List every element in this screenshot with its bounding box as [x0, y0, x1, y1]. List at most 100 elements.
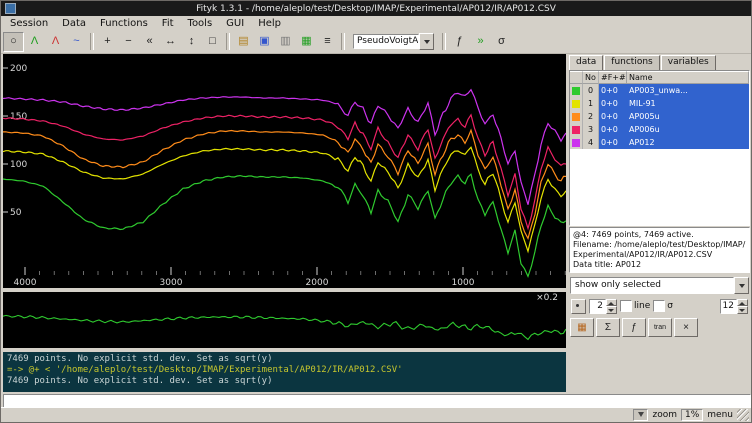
- open-session-button[interactable]: ▤: [233, 32, 254, 52]
- data-range-mode-button[interactable]: Λ: [24, 32, 45, 52]
- menu-functions[interactable]: Functions: [93, 18, 155, 29]
- sigma-checkbox-box[interactable]: [653, 300, 665, 312]
- export-data-button[interactable]: ▥: [275, 32, 296, 52]
- dataset-color-swatch: [570, 123, 583, 136]
- pointer-icon[interactable]: [633, 409, 648, 421]
- show-filter-dropdown[interactable]: show only selected: [570, 277, 749, 294]
- zoom-button[interactable]: zoom: [652, 410, 677, 420]
- statusbar: zoom 1% menu: [1, 407, 751, 422]
- sigma-icon: σ: [498, 36, 505, 47]
- sigma-checkbox-label: σ: [667, 301, 673, 311]
- zoom-vertical-button[interactable]: ↕: [181, 32, 202, 52]
- transform-button[interactable]: tran: [648, 318, 672, 337]
- save-session-button[interactable]: ▣: [254, 32, 275, 52]
- magnifier-all-icon: □: [209, 36, 216, 47]
- baseline-mode-button[interactable]: ~: [66, 32, 87, 52]
- spinner-arrows[interactable]: [737, 299, 748, 314]
- chart-image-icon: ▦: [301, 36, 311, 47]
- main-plot-canvas[interactable]: 200150100504000300020001000: [3, 54, 566, 288]
- dataset-name: AP006u: [627, 123, 749, 136]
- add-function-button[interactable]: ƒ: [449, 32, 470, 52]
- zoom-all-button[interactable]: □: [202, 32, 223, 52]
- zoom-value: 1%: [681, 409, 703, 421]
- main-plot[interactable]: 200150100504000300020001000: [3, 54, 566, 288]
- console-line: 7469 points. No explicit std. dev. Set a…: [7, 376, 562, 387]
- menu-tools[interactable]: Tools: [181, 18, 220, 29]
- titlebar[interactable]: Fityk 1.3.1 - /home/aleplo/test/Desktop/…: [1, 1, 751, 16]
- dataset-number: 1: [583, 97, 599, 110]
- fit-settings-button[interactable]: σ: [491, 32, 512, 52]
- auxiliary-plot[interactable]: ×0.2: [3, 292, 566, 348]
- dataset-color-swatch: [570, 84, 583, 97]
- zoom-previous-button[interactable]: «: [139, 32, 160, 52]
- peak-add-icon: Λ: [52, 36, 59, 47]
- menu-data[interactable]: Data: [55, 18, 93, 29]
- point-size-spinner[interactable]: 2: [589, 299, 617, 314]
- baseline-icon: ~: [73, 36, 79, 47]
- function-type-value: PseudoVoigtA: [353, 34, 419, 49]
- line-checkbox[interactable]: line: [620, 300, 650, 312]
- menu-gui[interactable]: GUI: [219, 18, 251, 29]
- sidebar-tabs: data functions variables: [568, 54, 751, 71]
- menubar: SessionDataFunctionsFitToolsGUIHelp: [1, 16, 751, 31]
- auxiliary-plot-canvas[interactable]: [3, 292, 566, 348]
- chevron-down-icon[interactable]: [419, 33, 434, 50]
- run-fit-button[interactable]: »: [470, 32, 491, 52]
- save-image-button[interactable]: ▦: [296, 32, 317, 52]
- dataset-row[interactable]: 00+0AP003_unwa...: [570, 84, 749, 97]
- dataset-fcount: 0+0: [599, 110, 627, 123]
- app-icon: [5, 3, 16, 14]
- zoom-in-button[interactable]: +: [97, 32, 118, 52]
- tab-data[interactable]: data: [569, 55, 603, 71]
- y-tick-label: 50: [10, 208, 22, 218]
- folder-open-icon: ▤: [238, 36, 248, 47]
- edit-data-button[interactable]: ▦: [570, 318, 594, 337]
- dataset-color-swatch: [570, 110, 583, 123]
- dataset-row[interactable]: 20+0AP005u: [570, 110, 749, 123]
- console-line: 7469 points. No explicit std. dev. Set a…: [7, 354, 562, 365]
- line-checkbox-box[interactable]: [620, 300, 632, 312]
- add-peak-mode-button[interactable]: Λ: [45, 32, 66, 52]
- zoom-out-button[interactable]: −: [118, 32, 139, 52]
- zoom-mode-button[interactable]: ○: [3, 32, 24, 52]
- spinner-arrows[interactable]: [606, 299, 617, 314]
- script-editor-button[interactable]: ≡: [317, 32, 338, 52]
- copy-function-button[interactable]: ƒ: [622, 318, 646, 337]
- y-tick-label: 100: [10, 160, 27, 170]
- dataset-name: MIL-91: [627, 97, 749, 110]
- spectrum-curve-0: [3, 174, 566, 276]
- y-tick-label: 150: [10, 112, 27, 122]
- dataset-row[interactable]: 10+0MIL-91: [570, 97, 749, 110]
- toolbar-separator: [442, 33, 446, 50]
- toolbar-separator: [90, 33, 94, 50]
- toolbar-separator: [226, 33, 230, 50]
- dataset-row[interactable]: 40+0AP012: [570, 136, 749, 149]
- dataset-color-swatch: [570, 136, 583, 149]
- zoom-horizontal-button[interactable]: ↔: [160, 32, 181, 52]
- toolbar-right-group: ƒ» σ: [449, 32, 512, 52]
- resize-grip[interactable]: [737, 409, 749, 421]
- sum-button[interactable]: Σ: [596, 318, 620, 337]
- menu-fit[interactable]: Fit: [155, 18, 181, 29]
- tab-variables[interactable]: variables: [661, 55, 716, 71]
- magnifier-horizontal-icon: ↔: [165, 36, 176, 47]
- dataset-list-header: No #F+# Name: [570, 71, 749, 84]
- chevron-down-icon[interactable]: [734, 277, 749, 294]
- menu-session[interactable]: Session: [3, 18, 55, 29]
- menu-button[interactable]: menu: [707, 410, 733, 420]
- delete-dataset-button[interactable]: ×: [674, 318, 698, 337]
- dataset-row[interactable]: 30+0AP006u: [570, 123, 749, 136]
- output-console[interactable]: 7469 points. No explicit std. dev. Set a…: [3, 352, 566, 392]
- menu-help[interactable]: Help: [251, 18, 288, 29]
- show-filter-value: show only selected: [570, 277, 734, 294]
- aux-curve: [3, 315, 566, 339]
- transform-icon: tran: [654, 324, 666, 331]
- function-icon: ƒ: [631, 323, 637, 333]
- function-type-combo[interactable]: PseudoVoigtA: [353, 33, 434, 50]
- dataset-fcount: 0+0: [599, 123, 627, 136]
- dataset-name: AP003_unwa...: [627, 84, 749, 97]
- shift-spinner[interactable]: 12: [720, 299, 748, 314]
- tab-functions[interactable]: functions: [604, 55, 659, 71]
- header-name: Name: [627, 71, 749, 84]
- sigma-checkbox[interactable]: σ: [653, 300, 673, 312]
